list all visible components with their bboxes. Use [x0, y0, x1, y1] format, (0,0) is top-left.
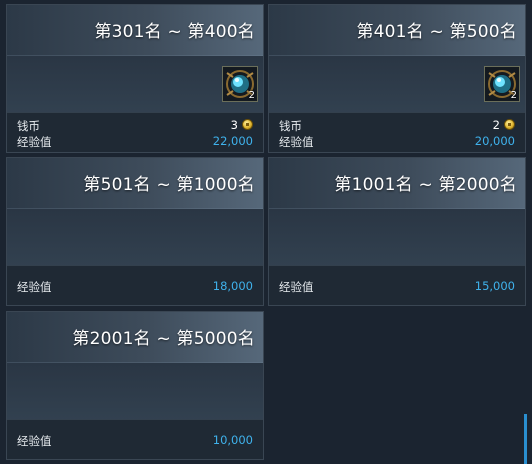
card-stats: 经验值 15,000: [269, 265, 525, 305]
stat-value: 3: [231, 118, 253, 132]
reward-item-slot[interactable]: 2: [222, 66, 258, 102]
coin-icon: [242, 119, 253, 130]
stat-value: 2: [493, 118, 515, 132]
card-title: 第2001名 ~ 第5000名: [72, 329, 255, 349]
stat-label: 经验值: [279, 135, 314, 149]
item-count: 2: [248, 90, 255, 101]
stat-row-coins: 钱币 2: [279, 118, 515, 133]
reward-card-rank-401-500: 第401名 ~ 第500名 2 钱币 2 经验值 20,000: [268, 4, 526, 153]
card-title: 第501名 ~ 第1000名: [83, 175, 255, 195]
card-items-area: [7, 209, 263, 267]
card-header: 第401名 ~ 第500名: [269, 5, 525, 56]
stat-row-coins: 钱币 3: [17, 118, 253, 133]
stat-value: 18,000: [212, 279, 253, 293]
reward-card-rank-1001-2000: 第1001名 ~ 第2000名 经验值 15,000: [268, 157, 526, 306]
card-stats: 经验值 10,000: [7, 419, 263, 459]
card-stats: 钱币 3 经验值 22,000: [7, 112, 263, 152]
card-header: 第1001名 ~ 第2000名: [269, 158, 525, 209]
reward-list-panel: 第301名 ~ 第400名 2 钱币 3 经验值 22,000 第401名 ~ …: [0, 0, 532, 464]
card-title: 第1001名 ~ 第2000名: [334, 175, 517, 195]
vertical-scrollbar-thumb[interactable]: [524, 414, 527, 464]
stat-row-exp: 经验值 15,000: [279, 279, 515, 294]
card-title: 第401名 ~ 第500名: [356, 22, 517, 42]
stat-label: 经验值: [17, 135, 52, 149]
coin-icon: [504, 119, 515, 130]
card-items-area: 2: [269, 56, 525, 114]
stat-value: 22,000: [212, 134, 253, 148]
card-header: 第501名 ~ 第1000名: [7, 158, 263, 209]
stat-label: 钱币: [279, 119, 302, 133]
reward-card-rank-301-400: 第301名 ~ 第400名 2 钱币 3 经验值 22,000: [6, 4, 264, 153]
card-items-area: 2: [7, 56, 263, 114]
stat-label: 经验值: [17, 434, 52, 448]
reward-card-rank-2001-5000: 第2001名 ~ 第5000名 经验值 10,000: [6, 311, 264, 460]
stat-row-exp: 经验值 18,000: [17, 279, 253, 294]
card-stats: 钱币 2 经验值 20,000: [269, 112, 525, 152]
reward-card-rank-501-1000: 第501名 ~ 第1000名 经验值 18,000: [6, 157, 264, 306]
stat-row-exp: 经验值 22,000: [17, 134, 253, 149]
item-count: 2: [510, 90, 517, 101]
reward-item-slot[interactable]: 2: [484, 66, 520, 102]
card-items-area: [269, 209, 525, 267]
card-header: 第2001名 ~ 第5000名: [7, 312, 263, 363]
stat-row-exp: 经验值 10,000: [17, 433, 253, 448]
card-title: 第301名 ~ 第400名: [94, 22, 255, 42]
stat-label: 经验值: [17, 280, 52, 294]
stat-value: 15,000: [474, 279, 515, 293]
card-header: 第301名 ~ 第400名: [7, 5, 263, 56]
stat-value: 10,000: [212, 433, 253, 447]
stat-value: 20,000: [474, 134, 515, 148]
stat-row-exp: 经验值 20,000: [279, 134, 515, 149]
card-stats: 经验值 18,000: [7, 265, 263, 305]
card-items-area: [7, 363, 263, 421]
stat-label: 钱币: [17, 119, 40, 133]
stat-label: 经验值: [279, 280, 314, 294]
